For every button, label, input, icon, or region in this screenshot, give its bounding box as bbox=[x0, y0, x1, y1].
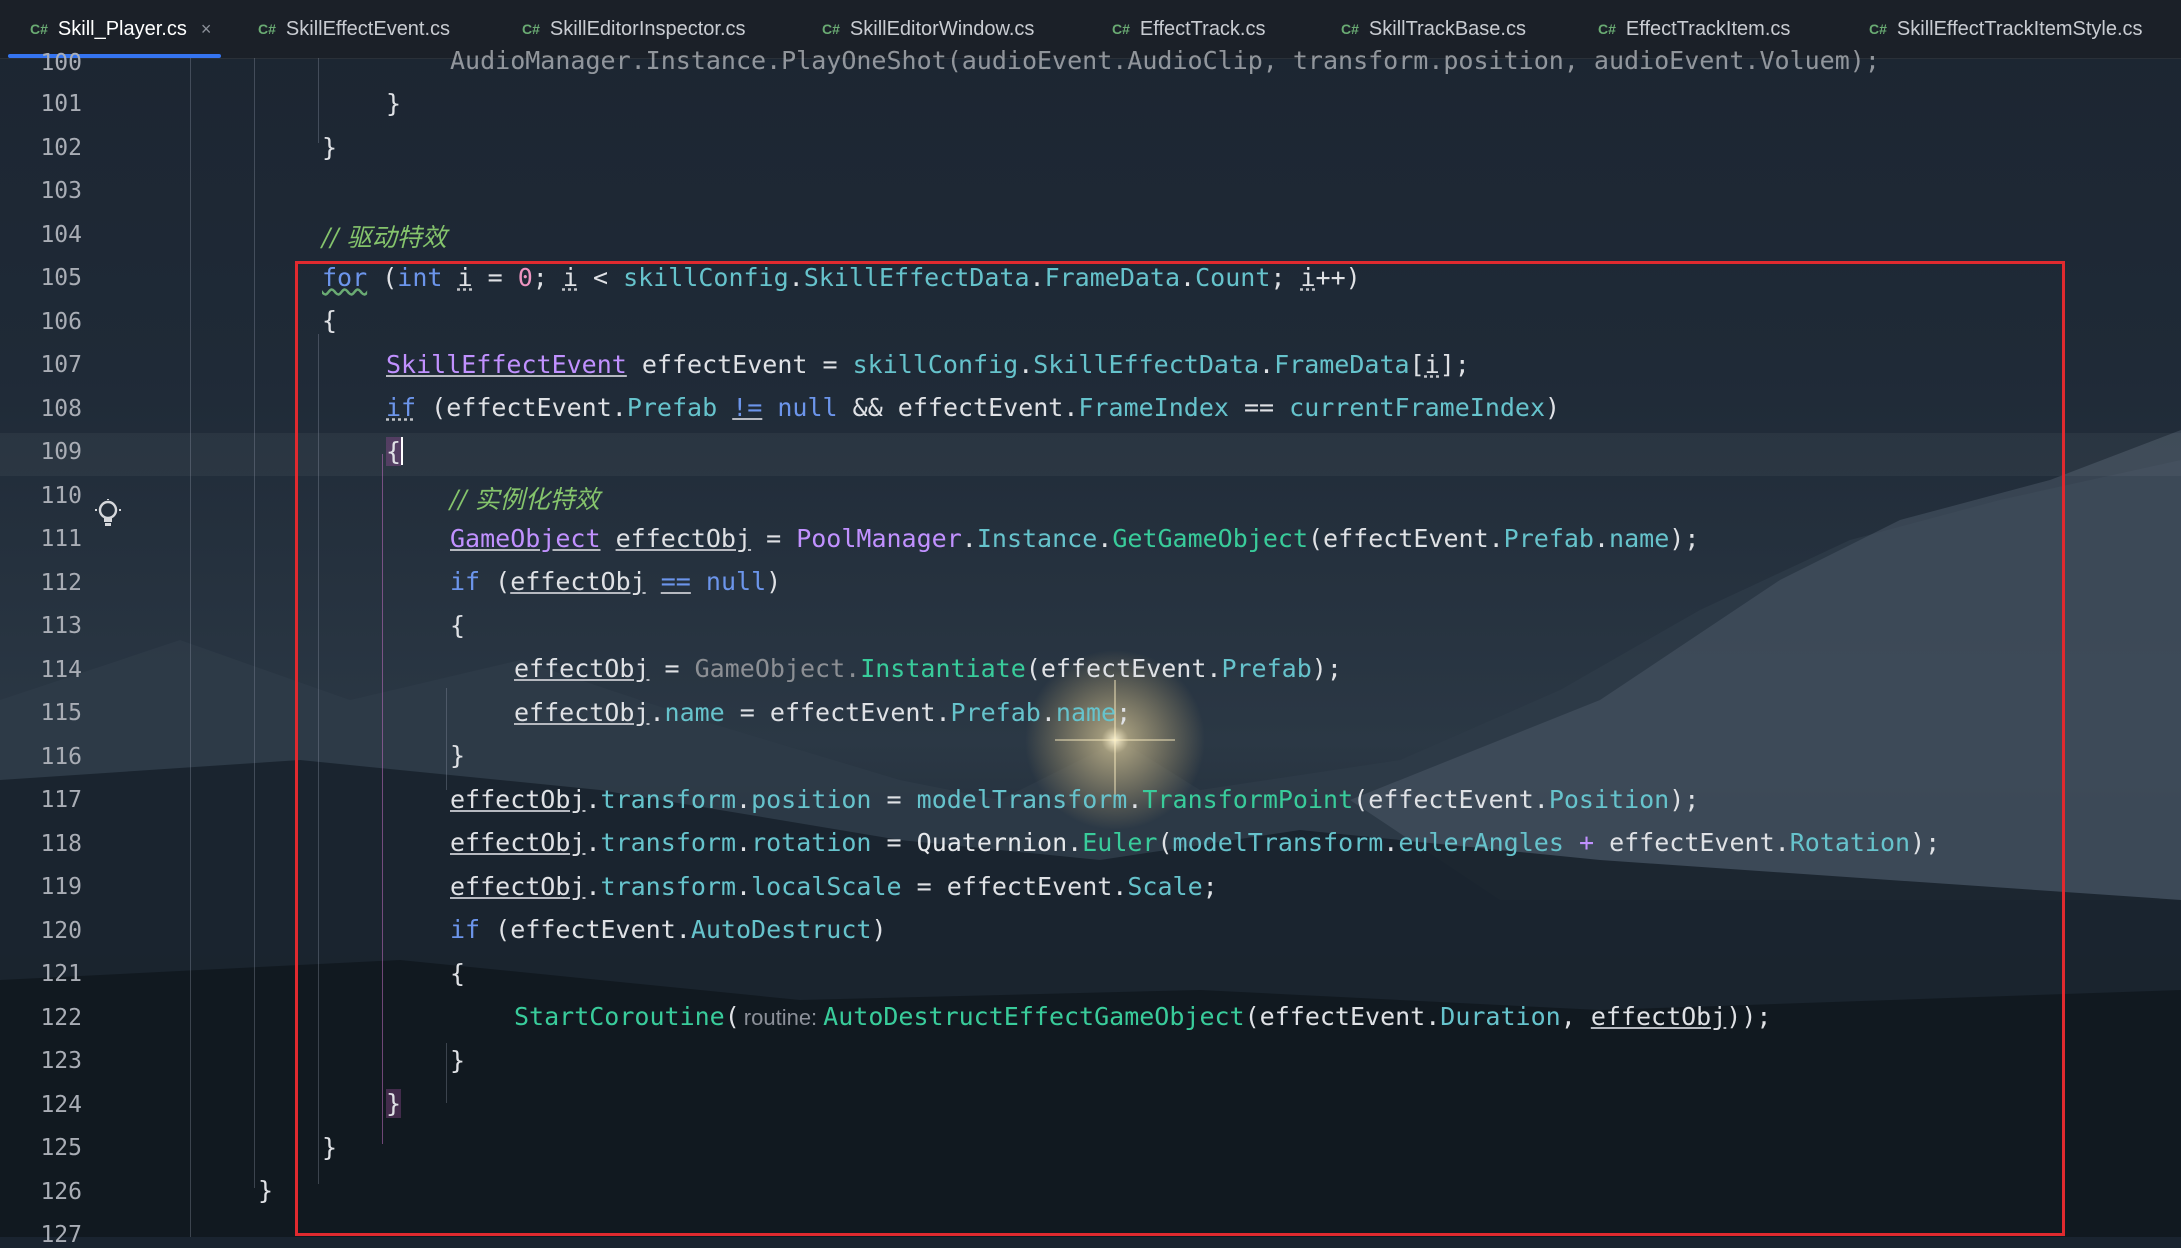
line-number: 123 bbox=[40, 1048, 82, 1074]
line-number: 121 bbox=[40, 961, 82, 987]
comment-drive-effect: // 驱动特效 bbox=[322, 223, 447, 252]
line-number: 114 bbox=[40, 657, 82, 683]
csharp-file-icon: C# bbox=[1598, 21, 1616, 37]
text-cursor bbox=[401, 437, 404, 465]
line-number: 107 bbox=[40, 352, 82, 378]
line-number: 120 bbox=[40, 918, 82, 944]
tab-label: SkillTrackBase.cs bbox=[1368, 17, 1526, 40]
code-line-114: effectObj = GameObject.Instantiate(effec… bbox=[514, 654, 1342, 683]
code-line-118: effectObj.transform.rotation = Quaternio… bbox=[450, 828, 1941, 857]
line-number: 116 bbox=[40, 744, 82, 770]
code-line-120: if (effectEvent.AutoDestruct) bbox=[450, 915, 887, 944]
csharp-file-icon: C# bbox=[822, 21, 840, 37]
line-number: 125 bbox=[40, 1135, 82, 1161]
code-line-115: effectObj.name = effectEvent.Prefab.name… bbox=[514, 698, 1132, 727]
csharp-file-icon: C# bbox=[1869, 21, 1887, 37]
comment-instantiate-effect: // 实例化特效 bbox=[450, 485, 600, 514]
tab-label: SkillEffectEvent.cs bbox=[285, 17, 451, 40]
code-line-125: } bbox=[322, 1133, 338, 1162]
close-icon[interactable]: × bbox=[201, 19, 212, 40]
tab-label: EffectTrack.cs bbox=[1139, 17, 1266, 40]
line-number: 118 bbox=[40, 831, 82, 857]
code-editor[interactable]: 100 101 102 103 104 105 106 107 108 109 … bbox=[0, 46, 2181, 1248]
code-line-126: } bbox=[258, 1176, 274, 1205]
line-number: 106 bbox=[40, 309, 82, 335]
line-number: 113 bbox=[40, 613, 82, 639]
tab-skill-effect-track-item-style[interactable]: C# SkillEffectTrackItemStyle.cs bbox=[1869, 0, 2143, 58]
tab-label: EffectTrackItem.cs bbox=[1625, 17, 1791, 40]
code-line-111: GameObject effectObj = PoolManager.Insta… bbox=[450, 524, 1700, 553]
csharp-file-icon: C# bbox=[30, 21, 48, 37]
csharp-file-icon: C# bbox=[1112, 21, 1130, 37]
indent-guide bbox=[446, 1043, 447, 1103]
line-number: 117 bbox=[40, 787, 82, 813]
line-number: 108 bbox=[40, 396, 82, 422]
line-number: 103 bbox=[40, 178, 82, 204]
tab-label: SkillEditorInspector.cs bbox=[549, 17, 746, 40]
line-number: 126 bbox=[40, 1179, 82, 1205]
code-line-109: { bbox=[386, 437, 404, 466]
line-number: 124 bbox=[40, 1092, 82, 1118]
indent-guide bbox=[382, 454, 383, 1144]
csharp-file-icon: C# bbox=[258, 21, 276, 37]
indent-guide bbox=[318, 58, 319, 143]
tab-label: SkillEditorWindow.cs bbox=[849, 17, 1035, 40]
line-number: 100 bbox=[40, 50, 82, 76]
line-number: 104 bbox=[40, 222, 82, 248]
code-line-124: } bbox=[386, 1089, 402, 1118]
line-number: 110 bbox=[40, 483, 82, 509]
code-line-121: { bbox=[450, 959, 466, 988]
line-number: 105 bbox=[40, 265, 82, 291]
csharp-file-icon: C# bbox=[522, 21, 540, 37]
tab-label: SkillEffectTrackItemStyle.cs bbox=[1896, 17, 2143, 40]
code-line-117: effectObj.transform.position = modelTran… bbox=[450, 785, 1700, 814]
line-number: 119 bbox=[40, 874, 82, 900]
code-line-105: for (int i = 0; i < skillConfig.SkillEff… bbox=[322, 263, 1361, 292]
code-line-100: AudioManager.Instance.PlayOneShot(audioE… bbox=[450, 46, 1880, 75]
line-number: 115 bbox=[40, 700, 82, 726]
gutter-divider bbox=[190, 58, 191, 1237]
current-line-highlight bbox=[0, 433, 2181, 476]
code-line-106: { bbox=[322, 306, 338, 335]
line-number: 111 bbox=[40, 526, 82, 552]
line-number: 101 bbox=[40, 91, 82, 117]
code-line-123: } bbox=[450, 1046, 466, 1075]
indent-guide bbox=[254, 58, 255, 1188]
line-number: 112 bbox=[40, 570, 82, 596]
code-line-113: { bbox=[450, 611, 466, 640]
code-line-119: effectObj.transform.localScale = effectE… bbox=[450, 872, 1218, 901]
code-line-112: if (effectObj == null) bbox=[450, 567, 782, 596]
code-line-122: StartCoroutine(routine: AutoDestructEffec… bbox=[514, 1002, 1772, 1031]
code-line-116: } bbox=[450, 741, 466, 770]
indent-guide bbox=[318, 334, 319, 1184]
tab-skill-effect-event[interactable]: C# SkillEffectEvent.cs bbox=[258, 0, 450, 58]
line-number: 109 bbox=[40, 439, 82, 465]
tab-label: Skill_Player.cs bbox=[57, 17, 187, 40]
line-number: 102 bbox=[40, 135, 82, 161]
line-number: 127 bbox=[40, 1222, 82, 1248]
code-line-108: if (effectEvent.Prefab != null && effect… bbox=[386, 393, 1561, 422]
csharp-file-icon: C# bbox=[1341, 21, 1359, 37]
code-line-102: } bbox=[322, 133, 338, 162]
line-number: 122 bbox=[40, 1005, 82, 1031]
indent-guide bbox=[446, 688, 447, 790]
code-line-101: } bbox=[386, 89, 402, 118]
code-line-107: SkillEffectEvent effectEvent = skillConf… bbox=[386, 350, 1470, 379]
parameter-hint: routine: bbox=[743, 1005, 818, 1030]
lightbulb-icon[interactable] bbox=[95, 499, 121, 529]
